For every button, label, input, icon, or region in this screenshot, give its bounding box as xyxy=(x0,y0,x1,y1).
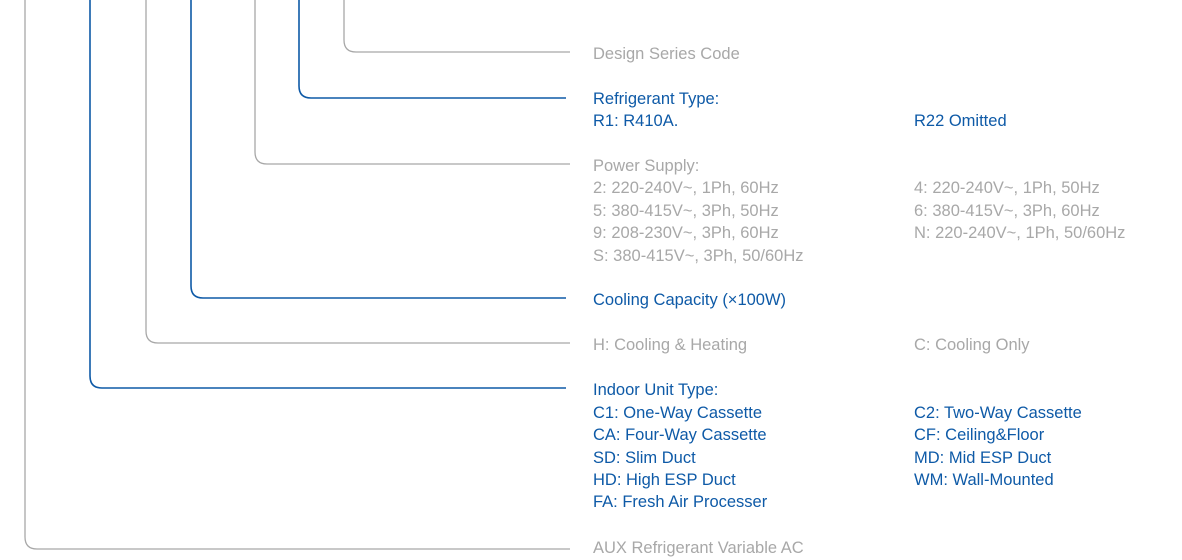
power-supply-title: Power Supply: xyxy=(593,157,700,175)
indoor-unit-option: FA: Fresh Air Processer xyxy=(593,493,768,511)
brand-label: AUX Refrigerant Variable AC xyxy=(593,539,804,557)
power-supply-option: S: 380-415V~, 3Ph, 50/60Hz xyxy=(593,246,804,265)
power-supply-option: 5: 380-415V~, 3Ph, 50Hz xyxy=(593,201,779,220)
function-option: C: Cooling Only xyxy=(914,336,1030,354)
indoor-unit-option: MD: Mid ESP Duct xyxy=(914,448,1052,467)
indoor-unit-option: HD: High ESP Duct xyxy=(593,471,736,489)
indoor-unit-option: CA: Four-Way Cassette xyxy=(593,426,767,444)
refrigerant-connector xyxy=(298,0,566,99)
design-series-label: Design Series Code xyxy=(593,45,740,63)
refrigerant-option: R22 Omitted xyxy=(914,112,1007,130)
brand-connector xyxy=(24,0,570,550)
power-supply-option: 6: 380-415V~, 3Ph, 60Hz xyxy=(914,201,1100,220)
indoor-unit-option: SD: Slim Duct xyxy=(593,448,696,467)
cooling-capacity-connector xyxy=(190,0,566,299)
function-option: H: Cooling & Heating xyxy=(593,336,748,354)
power-supply-option: 4: 220-240V~, 1Ph, 50Hz xyxy=(914,179,1100,197)
cooling-capacity-label: Cooling Capacity (×100W) xyxy=(593,291,787,309)
refrigerant-option: R1: R410A. xyxy=(593,112,679,130)
refrigerant-title: Refrigerant Type: xyxy=(593,90,720,108)
design-series-connector xyxy=(343,0,570,53)
indoor-unit-option: CF: Ceiling&Floor xyxy=(914,426,1045,444)
power-supply-option: 2: 220-240V~, 1Ph, 60Hz xyxy=(593,179,779,197)
power-supply-option: N: 220-240V~, 1Ph, 50/60Hz xyxy=(914,224,1126,242)
indoor-unit-option: C1: One-Way Cassette xyxy=(593,403,763,422)
indoor-unit-option: WM: Wall-Mounted xyxy=(914,471,1054,489)
power-supply-option: 9: 208-230V~, 3Ph, 60Hz xyxy=(593,224,779,242)
indoor-unit-type-title: Indoor Unit Type: xyxy=(593,381,719,399)
indoor-unit-type-connector xyxy=(89,0,566,389)
power-supply-connector xyxy=(254,0,570,165)
indoor-unit-option: C2: Two-Way Cassette xyxy=(914,403,1082,422)
